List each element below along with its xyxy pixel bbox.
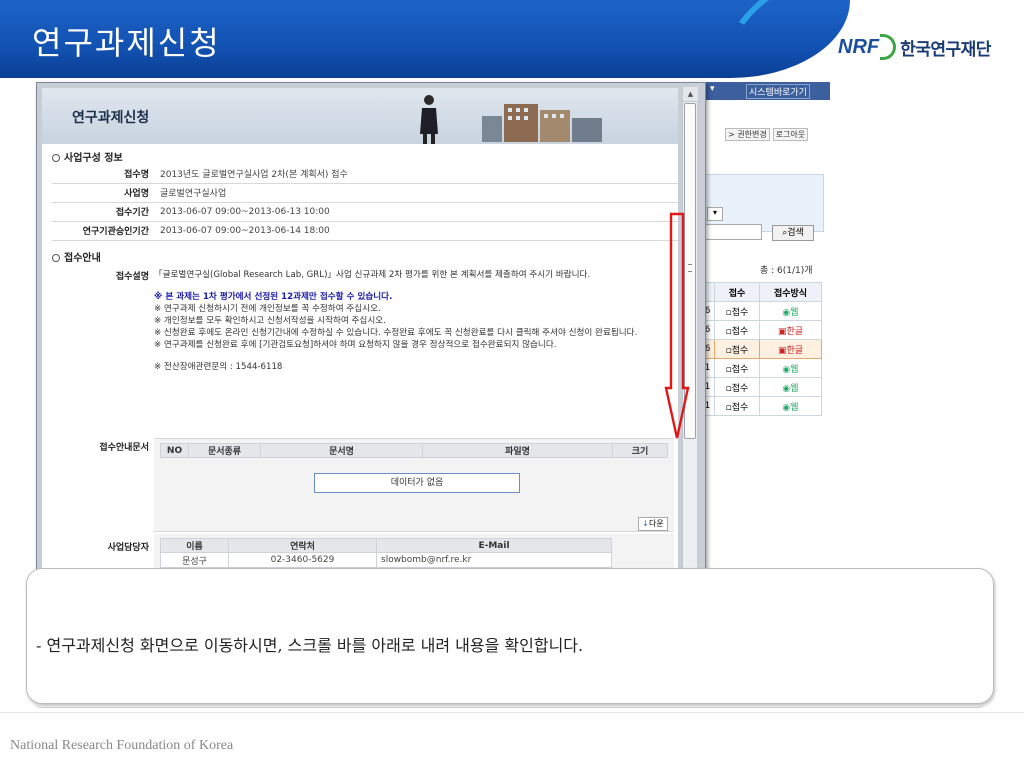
table-row[interactable]: 6 ▫접수 ◉웹 (700, 301, 822, 321)
contact-row: 문성구 02-3460-5629 slowbomb@nrf.re.kr (160, 552, 612, 568)
caption-text: - 연구과제신청 화면으로 이동하시면, 스크롤 바를 아래로 내려 내용을 확… (36, 636, 584, 655)
docs-header-size: 크기 (612, 443, 668, 458)
contact-header-name: 이름 (160, 538, 229, 553)
account-links: > 권한변경 로그아웃 (725, 128, 809, 141)
slide-title: 연구과제신청 (32, 24, 221, 62)
search-button-label: 검색 (787, 228, 804, 238)
table-row[interactable]: 6 ▫접수 ▣한글 (700, 320, 822, 340)
guide-label: 접수설명 (115, 272, 149, 282)
buildings-illustration-icon (482, 104, 602, 142)
guide-note-4: ※ 연구과제를 신청완료 후에 [기관검토요청]하셔야 하며 요청하지 않을 경… (154, 340, 557, 350)
guide-note-3: ※ 신청완료 후에도 온라인 신청기간내에 수정하실 수 있습니다. 수정완료 … (154, 328, 638, 338)
slide-header: 연구과제신청 NRF 한국연구재단 (0, 0, 1024, 78)
logo-mark: NRF (838, 35, 880, 58)
docs-header-type: 문서종류 (188, 443, 261, 458)
contact-table: 이름 연락처 E-Mail 문성구 02-3460-5629 slowbomb@… (160, 538, 612, 568)
portal-topbar: ▾ 시스템바로가기 (700, 82, 830, 100)
guide-strong-notice: ※ 본 과제는 1차 평가에서 선정된 12과제만 접수할 수 있습니다. (154, 292, 393, 302)
business-info-table: 접수명 2013년도 글로벌연구실사업 2차(본 계획서) 접수 사업명 글로벌연구… (52, 164, 678, 241)
helpdesk-note: ※ 전산장애관련문의 : 1544-6118 (154, 362, 283, 372)
guide-note-2: ※ 개인정보를 모두 확인하시고 신청서작성을 시작하여 주십시오. (154, 316, 386, 326)
business-name-value: 글로벌연구실사업 (154, 183, 678, 203)
application-period-value: 2013-06-07 09:00~2013-06-13 10:00 (154, 202, 678, 222)
info-row: 접수기간 2013-06-07 09:00~2013-06-13 10:00 (52, 202, 678, 222)
docs-header-docname: 문서명 (260, 443, 423, 458)
topbar-menu-arrow[interactable]: ▾ (710, 84, 715, 94)
contact-email[interactable]: slowbomb@nrf.re.kr (376, 552, 612, 568)
scroll-down-arrow-annotation (664, 212, 690, 439)
download-label: 다운 (648, 519, 664, 528)
popup-content: 연구과제신청 사업구성 정보 접수명 2013년도 글로벌연구실사업 2차(본 … (42, 88, 678, 591)
popup-banner: 연구과제신청 (42, 88, 678, 144)
docs-header-filename: 파일명 (422, 443, 613, 458)
download-button[interactable]: ↓다운 (638, 517, 668, 531)
popup-title: 연구과제신청 (72, 110, 150, 126)
info-row: 접수명 2013년도 글로벌연구실사업 2차(본 계획서) 접수 (52, 164, 678, 184)
filter-select[interactable]: ▾ (707, 207, 723, 221)
application-name-value: 2013년도 글로벌연구실사업 2차(본 계획서) 접수 (154, 164, 678, 184)
application-list-table: 접수 접수방식 6 ▫접수 ◉웹 6 ▫접수 ▣한글 6 ▫접수 ▣한글 1 ▫… (700, 282, 822, 416)
docs-header-no: NO (160, 443, 189, 458)
logout-link[interactable]: 로그아웃 (772, 128, 809, 141)
docs-area: NO 문서종류 문서명 파일명 크기 데이터가 없음 ↓다운 (154, 438, 674, 532)
guide-notice: 「글로벌연구실(Global Research Lab, GRL)」사업 신규과… (154, 269, 666, 427)
table-header-method: 접수방식 (759, 282, 822, 302)
nrf-logo: NRF 한국연구재단 (838, 30, 991, 64)
background-portal-page: ▾ 시스템바로가기 > 권한변경 로그아웃 ▾ ⌕검색 총 : 6(1/1)개 … (700, 82, 830, 594)
total-count: 총 : 6(1/1)개 (760, 266, 813, 276)
contact-header-phone: 연락처 (228, 538, 377, 553)
table-row[interactable]: 1 ▫접수 ◉웹 (700, 396, 822, 416)
table-row[interactable]: 1 ▫접수 ◉웹 (700, 358, 822, 378)
role-change-link[interactable]: > 권한변경 (725, 128, 770, 141)
person-illustration-icon (420, 95, 438, 144)
docs-label: 접수안내문서 (99, 443, 149, 453)
search-button[interactable]: ⌕검색 (772, 225, 814, 241)
docs-empty-message: 데이터가 없음 (314, 473, 520, 493)
contact-phone: 02-3460-5629 (228, 552, 377, 568)
table-row[interactable]: 1 ▫접수 ◉웹 (700, 377, 822, 397)
table-header-status: 접수 (714, 282, 760, 302)
contact-name: 문성구 (160, 552, 229, 568)
system-shortcut-menu[interactable]: 시스템바로가기 (746, 84, 810, 99)
scroll-up-icon[interactable]: ▲ (683, 87, 698, 102)
contact-header-email: E-Mail (376, 538, 612, 553)
download-icon: ↓ (642, 519, 649, 528)
info-row: 연구기관승인기간 2013-06-07 09:00~2013-06-14 18:0… (52, 221, 678, 241)
footer-text: National Research Foundation of Korea (10, 738, 234, 753)
footer-divider (0, 712, 1024, 713)
section-business-info: 사업구성 정보 (52, 149, 123, 164)
search-input[interactable] (700, 224, 762, 240)
application-popup-window: 연구과제신청 사업구성 정보 접수명 2013년도 글로벌연구실사업 2차(본 … (36, 82, 706, 592)
info-row: 사업명 글로벌연구실사업 (52, 183, 678, 203)
docs-table: NO 문서종류 문서명 파일명 크기 (160, 443, 668, 458)
logo-arc-icon (880, 34, 897, 60)
table-row[interactable]: 6 ▫접수 ▣한글 (700, 339, 822, 359)
logo-name: 한국연구재단 (900, 39, 991, 60)
section-guide: 접수안내 (52, 249, 101, 264)
contact-label: 사업담당자 (107, 543, 149, 553)
guide-note-1: ※ 연구과제 신청하시기 전에 개인정보를 꼭 수정하여 주십시오. (154, 304, 381, 314)
guide-intro: 「글로벌연구실(Global Research Lab, GRL)」사업 신규과… (154, 270, 591, 280)
approval-period-value: 2013-06-07 09:00~2013-06-14 18:00 (154, 221, 678, 241)
